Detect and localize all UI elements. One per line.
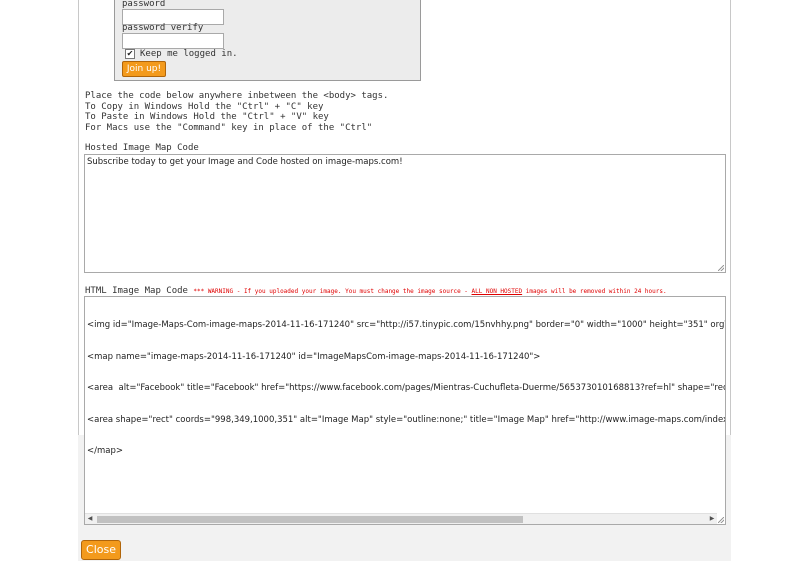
instruction-line: To Paste in Windows Hold the "Ctrl" + "V… — [85, 112, 329, 122]
resize-handle-icon[interactable] — [718, 517, 724, 523]
code-line: <area shape="rect" coords="998,349,1000,… — [87, 414, 726, 425]
warning-prefix: *** WARNING - If you uploaded your image… — [193, 288, 472, 295]
keep-logged-in-checkbox[interactable]: ✔ — [125, 49, 135, 59]
instruction-line: Place the code below anywhere inbetween … — [85, 91, 389, 101]
password-verify-label: password verify — [122, 23, 204, 33]
keep-logged-in-label: Keep me logged in. — [140, 49, 238, 59]
panel-border-right — [730, 0, 731, 435]
html-code-title-row: HTML Image Map Code *** WARNING - If you… — [85, 286, 667, 296]
hosted-code-text: Subscribe today to get your Image and Co… — [87, 157, 403, 167]
close-button[interactable]: Close — [81, 540, 121, 560]
code-line: <img id="Image-Maps-Com-image-maps-2014-… — [87, 320, 725, 330]
right-arrow-icon[interactable]: ▶ — [707, 514, 717, 524]
code-line: <map name="image-maps-2014-11-16-171240"… — [87, 351, 541, 362]
html-code-content: <img id="Image-Maps-Com-image-maps-2014-… — [85, 297, 725, 480]
resize-handle-icon[interactable] — [718, 265, 724, 271]
hosted-code-title: Hosted Image Map Code — [85, 143, 199, 153]
instruction-line: To Copy in Windows Hold the "Ctrl" + "C"… — [85, 101, 324, 112]
html-code-textarea[interactable]: <img id="Image-Maps-Com-image-maps-2014-… — [84, 296, 726, 525]
instructions: Place the code below anywhere inbetween … — [85, 91, 705, 133]
scrollbar-thumb[interactable] — [97, 516, 523, 523]
warning-suffix: images will be removed within 24 hours. — [522, 288, 667, 295]
code-line: <area alt="Facebook" title="Facebook" hr… — [87, 383, 726, 393]
html-code-title: HTML Image Map Code — [85, 286, 188, 296]
hosted-code-textarea[interactable]: Subscribe today to get your Image and Co… — [84, 154, 726, 273]
password-label: password — [122, 0, 166, 9]
password-verify-input[interactable] — [122, 33, 224, 49]
panel-border-left — [78, 0, 79, 435]
left-arrow-icon[interactable]: ◀ — [85, 514, 95, 524]
code-line: </map> — [87, 446, 123, 456]
horizontal-scrollbar[interactable]: ◀ ▶ — [85, 513, 717, 524]
instruction-line: For Macs use the "Command" key in place … — [85, 122, 373, 133]
warning-link: ALL NON HOSTED — [471, 288, 523, 295]
join-button[interactable]: Join up! — [122, 61, 166, 77]
checkmark-icon: ✔ — [126, 49, 134, 58]
warning-text: *** WARNING - If you uploaded your image… — [193, 288, 666, 295]
